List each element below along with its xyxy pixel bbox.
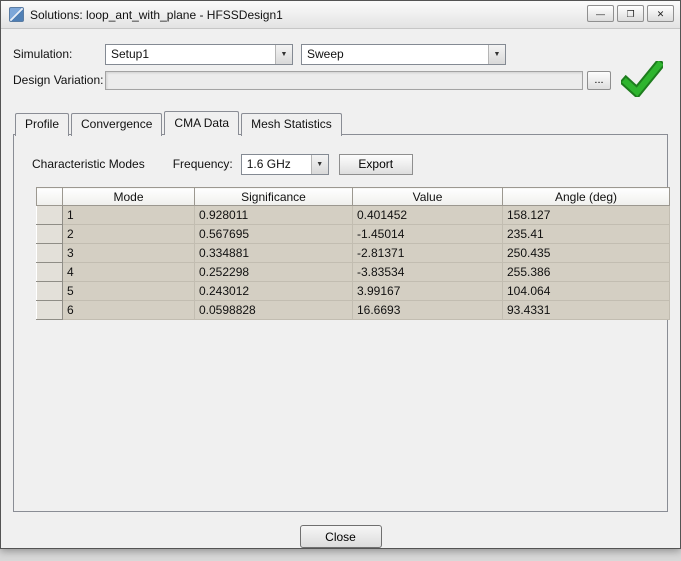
table-cell: -2.81371: [353, 244, 503, 263]
table-cell: 104.064: [503, 282, 670, 301]
table-cell: 235.41: [503, 225, 670, 244]
close-button[interactable]: Close: [300, 525, 382, 548]
table-cell: 158.127: [503, 206, 670, 225]
cma-data-panel: Characteristic Modes Frequency: 1.6 GHz …: [13, 134, 668, 512]
table-cell: 5: [63, 282, 195, 301]
table-cell: 4: [63, 263, 195, 282]
table-cell: 6: [63, 301, 195, 320]
table-cell: 0.334881: [195, 244, 353, 263]
column-header[interactable]: Angle (deg): [503, 188, 670, 206]
row-selector-header[interactable]: [37, 188, 63, 206]
table-body: 10.9280110.401452158.12720.567695-1.4501…: [37, 206, 670, 320]
simulation-label: Simulation:: [13, 47, 105, 61]
table-header: ModeSignificanceValueAngle (deg): [37, 188, 670, 206]
maximize-button[interactable]: ❐: [617, 5, 644, 22]
dialog-footer: Close: [1, 512, 680, 561]
row-selector[interactable]: [37, 244, 63, 263]
row-selector[interactable]: [37, 225, 63, 244]
sweep-dropdown-value: Sweep: [307, 47, 488, 61]
setup-dropdown[interactable]: Setup1 ▼: [105, 44, 293, 65]
row-selector[interactable]: [37, 206, 63, 225]
close-icon[interactable]: ✕: [647, 5, 674, 22]
design-variation-input[interactable]: [105, 71, 583, 90]
characteristic-modes-label: Characteristic Modes: [32, 157, 145, 171]
tab-bar: Profile Convergence CMA Data Mesh Statis…: [13, 111, 668, 134]
design-variation-row: Design Variation: ...: [13, 69, 668, 91]
table-cell: 0.928011: [195, 206, 353, 225]
table-row[interactable]: 10.9280110.401452158.127: [37, 206, 670, 225]
table-cell: 2: [63, 225, 195, 244]
frequency-dropdown[interactable]: 1.6 GHz ▼: [241, 154, 329, 175]
dialog-content: Simulation: Setup1 ▼ Sweep ▼ Design Vari…: [1, 29, 680, 512]
frequency-dropdown-value: 1.6 GHz: [247, 157, 311, 171]
chevron-down-icon[interactable]: ▼: [275, 45, 292, 64]
chevron-down-icon[interactable]: ▼: [488, 45, 505, 64]
table-cell: 1: [63, 206, 195, 225]
tab-convergence[interactable]: Convergence: [71, 113, 162, 136]
table-cell: 16.6693: [353, 301, 503, 320]
table-cell: 3.99167: [353, 282, 503, 301]
row-selector[interactable]: [37, 263, 63, 282]
cma-table: ModeSignificanceValueAngle (deg) 10.9280…: [36, 187, 670, 320]
table-row[interactable]: 50.2430123.99167104.064: [37, 282, 670, 301]
minimize-button[interactable]: —: [587, 5, 614, 22]
export-button[interactable]: Export: [339, 154, 413, 175]
row-selector[interactable]: [37, 301, 63, 320]
table-row[interactable]: 20.567695-1.45014235.41: [37, 225, 670, 244]
table-cell: 3: [63, 244, 195, 263]
tab-cma-data[interactable]: CMA Data: [164, 111, 239, 135]
column-header[interactable]: Significance: [195, 188, 353, 206]
tab-mesh-statistics[interactable]: Mesh Statistics: [241, 113, 342, 136]
table-cell: 0.567695: [195, 225, 353, 244]
window-title: Solutions: loop_ant_with_plane - HFSSDes…: [30, 8, 581, 22]
titlebar[interactable]: Solutions: loop_ant_with_plane - HFSSDes…: [1, 1, 680, 29]
table-cell: -1.45014: [353, 225, 503, 244]
table-cell: 0.401452: [353, 206, 503, 225]
validation-check-icon: [620, 59, 664, 99]
table-cell: 0.243012: [195, 282, 353, 301]
chevron-down-icon[interactable]: ▼: [311, 155, 328, 174]
table-cell: 93.4331: [503, 301, 670, 320]
solutions-dialog: Solutions: loop_ant_with_plane - HFSSDes…: [0, 0, 681, 549]
column-header[interactable]: Mode: [63, 188, 195, 206]
table-row[interactable]: 60.059882816.669393.4331: [37, 301, 670, 320]
column-header[interactable]: Value: [353, 188, 503, 206]
tab-profile[interactable]: Profile: [15, 113, 69, 136]
simulation-row: Simulation: Setup1 ▼ Sweep ▼: [13, 43, 668, 65]
table-cell: 255.386: [503, 263, 670, 282]
cma-controls: Characteristic Modes Frequency: 1.6 GHz …: [32, 153, 667, 175]
frequency-label: Frequency:: [173, 157, 233, 171]
app-icon: [9, 7, 24, 22]
setup-dropdown-value: Setup1: [111, 47, 275, 61]
table-row[interactable]: 40.252298-3.83534255.386: [37, 263, 670, 282]
table-cell: 0.252298: [195, 263, 353, 282]
table-row[interactable]: 30.334881-2.81371250.435: [37, 244, 670, 263]
table-cell: 250.435: [503, 244, 670, 263]
row-selector[interactable]: [37, 282, 63, 301]
design-variation-label: Design Variation:: [13, 73, 105, 87]
browse-button[interactable]: ...: [587, 71, 611, 90]
table-cell: 0.0598828: [195, 301, 353, 320]
sweep-dropdown[interactable]: Sweep ▼: [301, 44, 506, 65]
cma-table-container: ModeSignificanceValueAngle (deg) 10.9280…: [36, 187, 655, 320]
table-cell: -3.83534: [353, 263, 503, 282]
